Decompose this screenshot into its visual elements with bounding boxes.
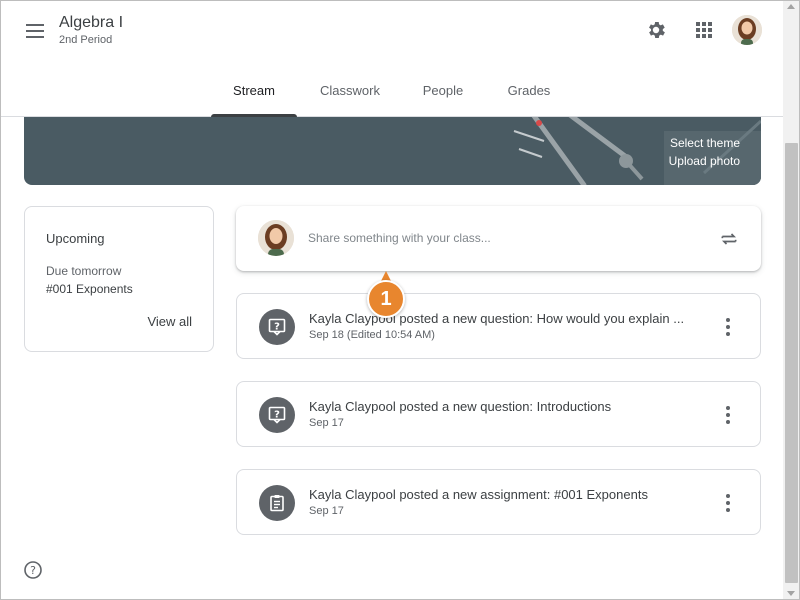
class-title[interactable]: Algebra I — [59, 14, 123, 32]
apps-grid-icon[interactable] — [691, 17, 717, 43]
share-box[interactable]: Share something with your class... — [236, 206, 761, 271]
class-tabs: Stream Classwork People Grades — [211, 63, 575, 117]
user-avatar[interactable] — [732, 15, 762, 45]
more-options-icon[interactable] — [717, 491, 739, 515]
post-date: Sep 17 — [309, 417, 344, 429]
tab-grades[interactable]: Grades — [483, 63, 575, 117]
post-title: Kayla Claypool posted a new question: Ho… — [309, 311, 685, 326]
post-date: Sep 17 — [309, 505, 344, 517]
class-section: 2nd Period — [59, 34, 113, 46]
upload-photo-link[interactable]: Upload photo — [669, 154, 740, 168]
tab-stream[interactable]: Stream — [211, 63, 297, 117]
tab-people[interactable]: People — [403, 63, 483, 117]
assignment-icon — [259, 485, 295, 521]
top-header: Algebra I 2nd Period Stream Classwork Pe… — [1, 1, 783, 117]
classroom-window: Select theme Upload photo Algebra I 2nd … — [0, 0, 800, 600]
upcoming-card: Upcoming Due tomorrow #001 Exponents Vie… — [24, 206, 214, 352]
repost-icon[interactable] — [716, 226, 742, 252]
stream-post[interactable]: Kayla Claypool posted a new assignment: … — [236, 469, 761, 535]
tab-classwork[interactable]: Classwork — [297, 63, 403, 117]
more-options-icon[interactable] — [717, 315, 739, 339]
gear-icon[interactable] — [643, 17, 669, 43]
vertical-scrollbar[interactable] — [783, 1, 799, 599]
scroll-down-arrow[interactable] — [787, 591, 795, 596]
upcoming-title: Upcoming — [46, 231, 105, 246]
question-icon: ? — [259, 397, 295, 433]
question-icon: ? — [259, 309, 295, 345]
post-title: Kayla Claypool posted a new question: In… — [309, 399, 612, 414]
svg-text:?: ? — [30, 564, 36, 577]
stream-post[interactable]: ? Kayla Claypool posted a new question: … — [236, 293, 761, 359]
scroll-thumb[interactable] — [785, 143, 798, 583]
menu-icon[interactable] — [23, 19, 47, 43]
callout-number: 1 — [367, 280, 405, 318]
upcoming-item-link[interactable]: #001 Exponents — [46, 282, 133, 296]
user-avatar — [258, 220, 294, 256]
view-all-button[interactable]: View all — [147, 314, 192, 329]
svg-text:?: ? — [274, 322, 280, 333]
svg-text:?: ? — [274, 410, 280, 421]
share-input[interactable]: Share something with your class... — [308, 231, 491, 245]
post-date: Sep 18 (Edited 10:54 AM) — [309, 329, 435, 341]
stream-post[interactable]: ? Kayla Claypool posted a new question: … — [236, 381, 761, 447]
post-title: Kayla Claypool posted a new assignment: … — [309, 487, 648, 502]
step-callout: 1 — [367, 271, 407, 320]
more-options-icon[interactable] — [717, 403, 739, 427]
due-label: Due tomorrow — [46, 264, 122, 278]
select-theme-link[interactable]: Select theme — [670, 136, 740, 150]
help-icon[interactable]: ? — [23, 560, 43, 580]
scroll-up-arrow[interactable] — [787, 4, 795, 9]
